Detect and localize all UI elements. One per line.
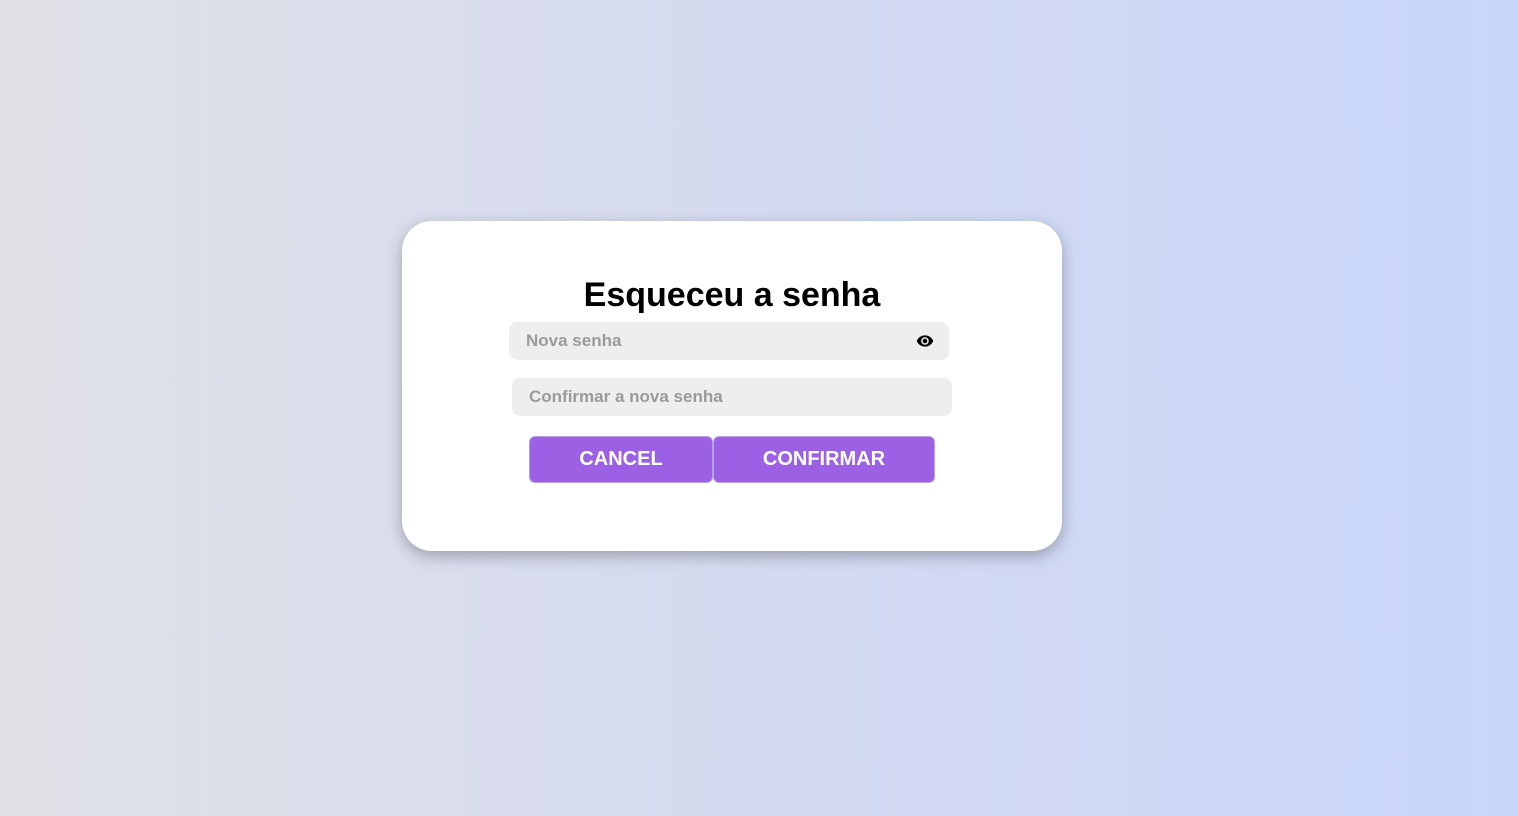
forgot-password-card: Esqueceu a senha CANCEL CONFIRMAR [402, 221, 1062, 551]
confirm-button[interactable]: CONFIRMAR [713, 436, 935, 483]
confirm-password-field-container [512, 378, 952, 416]
page-title: Esqueceu a senha [583, 276, 881, 314]
confirm-password-input[interactable] [512, 378, 952, 416]
new-password-input[interactable] [509, 322, 949, 360]
eye-icon[interactable] [916, 332, 934, 350]
cancel-button[interactable]: CANCEL [529, 436, 713, 483]
new-password-field-container [509, 322, 949, 360]
